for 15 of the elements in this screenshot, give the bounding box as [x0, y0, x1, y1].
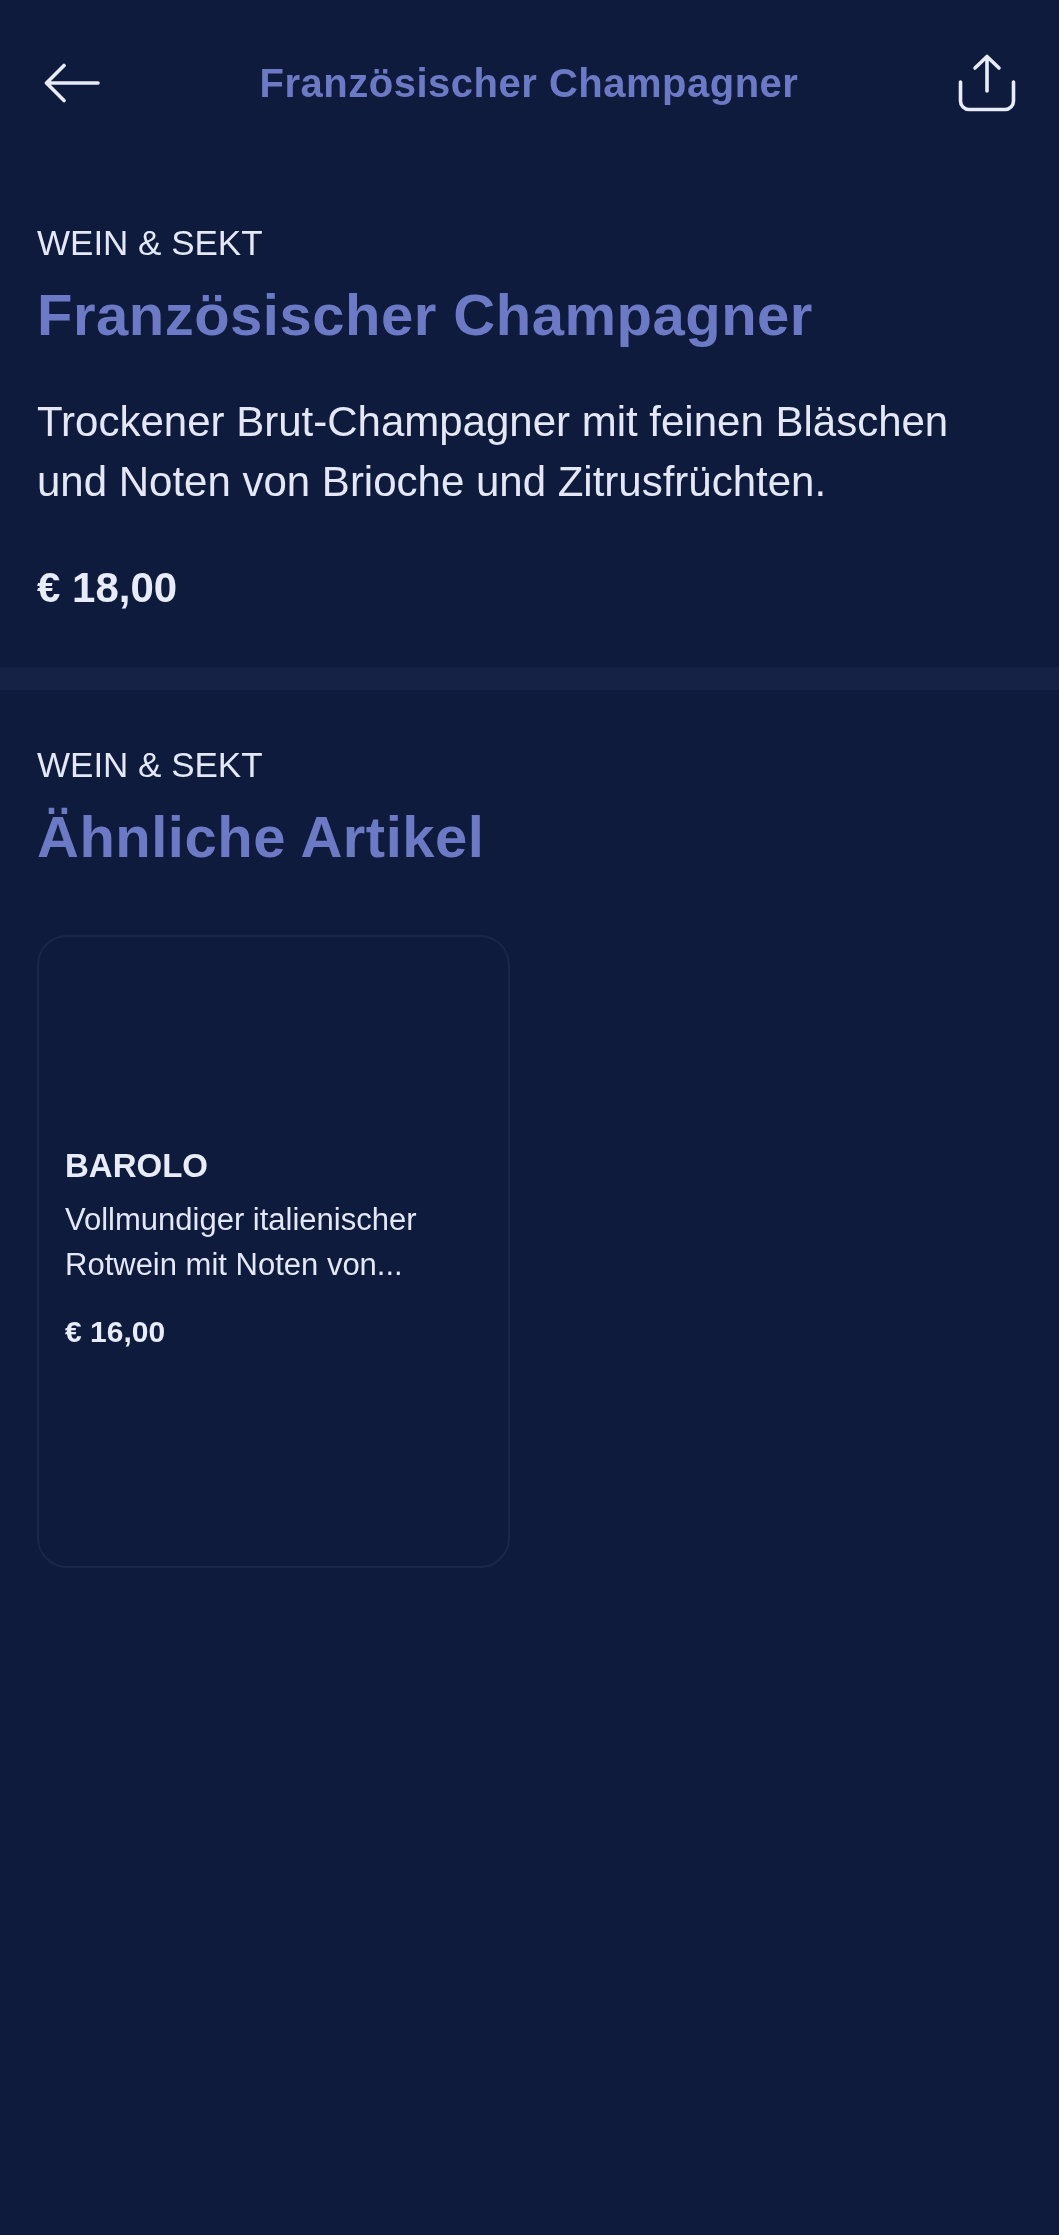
back-button[interactable]: [44, 63, 100, 103]
product-description: Trockener Brut-Champagner mit feinen Bläschen und Noten von Brioche und Zitrusfrüchten.: [37, 397, 950, 507]
card-price: € 16,00: [65, 1314, 166, 1350]
share-icon: [958, 54, 1016, 112]
header-title: Französischer Champagner: [258, 60, 800, 107]
back-arrow-icon: [44, 63, 100, 103]
category-label: WEIN & SEKT: [37, 222, 263, 264]
category-label: WEIN & SEKT: [37, 744, 263, 786]
product-price: € 18,00: [37, 563, 178, 613]
card-title: BAROLO: [65, 1146, 208, 1186]
share-button[interactable]: [958, 54, 1016, 112]
product-title: Französischer Champagner: [37, 281, 813, 349]
section-title: Ähnliche Artikel: [37, 803, 485, 871]
card-description: Vollmundiger italienischer Rotwein mit Noten von...: [65, 1201, 418, 1284]
product-card[interactable]: BAROLO Vollmundiger italienischer Rotwein mit Noten von... € 16,00: [37, 935, 510, 1568]
